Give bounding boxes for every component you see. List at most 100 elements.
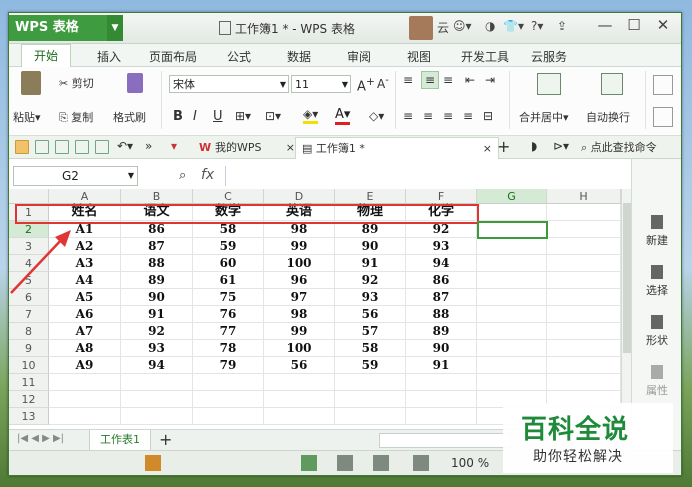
format-painter-icon[interactable]: [127, 73, 143, 93]
table-cell[interactable]: 58: [335, 340, 406, 357]
insert-function-button[interactable]: fx: [201, 167, 214, 183]
align-center-button[interactable]: ≡: [423, 109, 433, 123]
spreadsheet-grid[interactable]: A B C D E F G H 1 2 3 4 5 6 7 8 9 10 11 12 13 姓名 语文 数学…: [9, 189, 621, 429]
table-cell[interactable]: [49, 374, 121, 391]
table-cell[interactable]: 89: [406, 323, 477, 340]
table-cell[interactable]: [193, 374, 264, 391]
table-cell[interactable]: [547, 255, 621, 272]
tab-formulas[interactable]: 公式: [227, 48, 251, 65]
table-cell[interactable]: [547, 323, 621, 340]
reading-mode-icon[interactable]: [413, 455, 429, 471]
table-cell[interactable]: 96: [264, 272, 335, 289]
table-cell[interactable]: [547, 238, 621, 255]
table-cell[interactable]: 56: [335, 306, 406, 323]
clear-format-button[interactable]: ◇▾: [369, 109, 384, 123]
table-cell[interactable]: [477, 306, 547, 323]
column-header[interactable]: D: [264, 189, 335, 204]
row-header[interactable]: 7: [9, 306, 49, 323]
table-cell[interactable]: 98: [264, 306, 335, 323]
feedback-icon[interactable]: ◑: [485, 19, 495, 33]
number-format-icon[interactable]: [653, 75, 673, 95]
table-cell[interactable]: [477, 289, 547, 306]
zoom-magnifier-icon[interactable]: ⌕: [179, 168, 186, 183]
column-header[interactable]: B: [121, 189, 193, 204]
table-cell[interactable]: 91: [121, 306, 193, 323]
row-header[interactable]: 10: [9, 357, 49, 374]
table-cell[interactable]: 94: [121, 357, 193, 374]
table-cell[interactable]: 61: [193, 272, 264, 289]
table-cell[interactable]: 59: [193, 238, 264, 255]
table-cell[interactable]: [547, 340, 621, 357]
borders-button[interactable]: ⊞▾: [235, 109, 251, 123]
table-cell[interactable]: [406, 391, 477, 408]
decrease-indent-button[interactable]: ⇤: [465, 73, 475, 87]
wps-app-menu-button[interactable]: WPS 表格 ▼: [9, 15, 123, 41]
wrap-text-button[interactable]: 自动换行: [586, 109, 630, 125]
add-sheet-button[interactable]: +: [159, 430, 172, 449]
align-right-button[interactable]: ≡: [443, 109, 453, 123]
grow-font-button[interactable]: A+: [357, 75, 375, 94]
font-name-select[interactable]: 宋体 ▼: [169, 75, 289, 93]
table-cell[interactable]: 87: [406, 289, 477, 306]
table-cell[interactable]: 89: [121, 272, 193, 289]
cloud-sync-icon[interactable]: ◗: [531, 139, 537, 153]
row-header[interactable]: 12: [9, 391, 49, 408]
print-icon[interactable]: [75, 140, 89, 154]
table-cell[interactable]: 93: [406, 238, 477, 255]
row-header[interactable]: 11: [9, 374, 49, 391]
avatar[interactable]: [409, 16, 433, 40]
table-cell[interactable]: 92: [335, 272, 406, 289]
cell-style-button[interactable]: ⊡▾: [265, 109, 281, 123]
cut-button[interactable]: ✂ 剪切: [59, 75, 94, 91]
tab-page-layout[interactable]: 页面布局: [149, 48, 197, 65]
table-cell[interactable]: 99: [264, 238, 335, 255]
page-layout-view-icon[interactable]: [373, 455, 389, 471]
table-cell[interactable]: [335, 408, 406, 425]
table-cell[interactable]: [547, 374, 621, 391]
chevron-down-icon[interactable]: ▼: [107, 15, 123, 41]
normal-view-icon[interactable]: [301, 455, 317, 471]
merge-center-button[interactable]: 合并居中▾: [519, 109, 569, 125]
table-cell[interactable]: 87: [121, 238, 193, 255]
table-cell[interactable]: [49, 391, 121, 408]
table-cell[interactable]: 93: [335, 289, 406, 306]
table-cell[interactable]: 76: [193, 306, 264, 323]
align-bottom-button[interactable]: ≡: [443, 73, 453, 87]
table-cell[interactable]: [193, 391, 264, 408]
export-pdf-icon[interactable]: [55, 140, 69, 154]
row-header[interactable]: 8: [9, 323, 49, 340]
table-cell[interactable]: [547, 289, 621, 306]
row-header[interactable]: 13: [9, 408, 49, 425]
formula-input[interactable]: [225, 166, 626, 186]
tab-home[interactable]: 开始: [21, 44, 72, 67]
column-header[interactable]: F: [406, 189, 477, 204]
fill-color-button[interactable]: ◈▾: [303, 107, 319, 124]
distributed-button[interactable]: ⊟: [483, 109, 493, 123]
table-cell[interactable]: 90: [406, 340, 477, 357]
table-cell[interactable]: [406, 374, 477, 391]
tab-view[interactable]: 视图: [407, 48, 431, 65]
font-size-select[interactable]: 11 ▼: [291, 75, 351, 93]
column-header[interactable]: H: [547, 189, 621, 204]
paste-button[interactable]: 粘贴▾: [13, 109, 41, 125]
close-icon[interactable]: ×: [483, 138, 492, 159]
panel-shape-button[interactable]: 形状: [632, 315, 681, 348]
table-cell[interactable]: [121, 408, 193, 425]
page-break-view-icon[interactable]: [337, 455, 353, 471]
table-cell[interactable]: [477, 323, 547, 340]
tab-cloud[interactable]: 云服务: [531, 48, 567, 65]
column-header[interactable]: A: [49, 189, 121, 204]
close-button[interactable]: ✕: [652, 16, 674, 34]
zoom-level[interactable]: 100 %: [451, 456, 489, 470]
align-left-button[interactable]: ≡: [403, 109, 413, 123]
selected-cell-g2[interactable]: [477, 221, 548, 239]
underline-button[interactable]: U: [213, 109, 223, 124]
paste-icon[interactable]: [21, 71, 41, 95]
tab-data[interactable]: 数据: [287, 48, 311, 65]
maximize-button[interactable]: ☐: [623, 16, 645, 34]
table-cell[interactable]: [477, 238, 547, 255]
table-cell[interactable]: 97: [264, 289, 335, 306]
copy-button[interactable]: ⎘ 复制: [59, 109, 93, 125]
table-cell[interactable]: 99: [264, 323, 335, 340]
table-cell[interactable]: [264, 408, 335, 425]
